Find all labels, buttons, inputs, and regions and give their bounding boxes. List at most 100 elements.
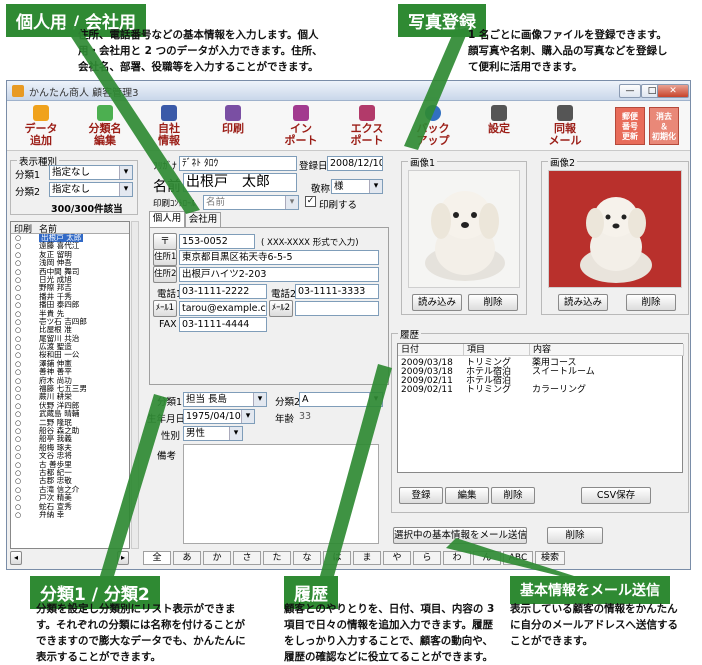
tel1-input[interactable]: 03-1111-2222 (179, 284, 267, 299)
print-radio-icon[interactable]: ○ (15, 385, 21, 393)
index-tab[interactable]: ん (473, 551, 501, 565)
print-radio-icon[interactable]: ○ (15, 284, 21, 292)
gender-select[interactable]: 男性 (183, 426, 243, 441)
settings-button[interactable]: 設定 (467, 105, 531, 149)
zip-button[interactable]: 〒 (153, 233, 177, 250)
address1-button[interactable]: 住所1 (153, 249, 177, 266)
mail2-input[interactable] (295, 301, 379, 316)
history-register-button[interactable]: 登録 (399, 487, 443, 504)
filter-bunrui1-select[interactable]: 指定なし (49, 165, 133, 180)
birthday-select[interactable]: 1975/04/10 (183, 409, 255, 424)
memo-textarea[interactable] (183, 444, 379, 544)
list-scrollbar[interactable] (131, 221, 139, 549)
tab-company[interactable]: 会社用 (185, 212, 221, 228)
company-info-button[interactable]: 自社 情報 (137, 105, 201, 149)
index-tab[interactable]: 全 (143, 551, 171, 565)
print-radio-icon[interactable]: ○ (15, 310, 21, 318)
bunrui1-select[interactable]: 担当 長島 (183, 392, 267, 407)
image1-delete-button[interactable]: 削除 (468, 294, 518, 311)
print-radio-icon[interactable]: ○ (15, 477, 21, 485)
print-radio-icon[interactable]: ○ (15, 293, 21, 301)
image1-load-button[interactable]: 読み込み (412, 294, 462, 311)
history-delete-button[interactable]: 削除 (491, 487, 535, 504)
add-data-button[interactable]: データ 追加 (9, 105, 73, 149)
print-radio-icon[interactable]: ○ (15, 343, 21, 351)
minimize-button[interactable]: — (619, 84, 641, 98)
print-radio-icon[interactable]: ○ (15, 259, 21, 267)
index-tab[interactable]: は (323, 551, 351, 565)
broadcast-mail-button[interactable]: 同報 メール (533, 105, 597, 149)
edit-category-button[interactable]: 分類名 編集 (73, 105, 137, 149)
print-radio-icon[interactable]: ○ (15, 268, 21, 276)
mail2-button[interactable]: ﾒｰﾙ2 (269, 300, 293, 317)
customer-list-row[interactable]: ○ 蛇石 宣秀 (11, 502, 129, 511)
list-scroll-left[interactable]: ◂ (10, 551, 22, 565)
name-input[interactable]: 出根戸 太郎 (183, 173, 297, 192)
index-tab[interactable]: な (293, 551, 321, 565)
print-radio-icon[interactable]: ○ (15, 435, 21, 443)
print-radio-icon[interactable]: ○ (15, 419, 21, 427)
mail1-input[interactable]: tarou@example.com (179, 301, 267, 316)
backup-button[interactable]: バック アップ (401, 105, 465, 149)
print-radio-icon[interactable]: ○ (15, 452, 21, 460)
print-radio-icon[interactable]: ○ (15, 511, 21, 519)
print-radio-icon[interactable]: ○ (15, 393, 21, 401)
index-tab[interactable]: あ (173, 551, 201, 565)
image2-load-button[interactable]: 読み込み (558, 294, 608, 311)
mail1-button[interactable]: ﾒｰﾙ1 (153, 300, 177, 317)
history-row-3-date[interactable]: 2009/02/11 (401, 385, 453, 395)
filter-bunrui2-select[interactable]: 指定なし (49, 182, 133, 197)
history-csv-button[interactable]: CSV保存 (581, 487, 651, 504)
history-edit-button[interactable]: 編集 (445, 487, 489, 504)
customer-list-row[interactable]: ○ 弁納 幸 (11, 510, 129, 519)
fax-input[interactable]: 03-1111-4444 (179, 317, 267, 332)
print-radio-icon[interactable]: ○ (15, 234, 21, 242)
index-tab[interactable]: ら (413, 551, 441, 565)
history-col-date[interactable]: 日付 (398, 344, 464, 356)
print-radio-icon[interactable]: ○ (15, 410, 21, 418)
index-tab[interactable]: わ (443, 551, 471, 565)
index-tab[interactable]: か (203, 551, 231, 565)
print-radio-icon[interactable]: ○ (15, 251, 21, 259)
list-scroll-right[interactable]: ▸ (117, 551, 129, 565)
print-radio-icon[interactable]: ○ (15, 360, 21, 368)
print-radio-icon[interactable]: ○ (15, 351, 21, 359)
address2-button[interactable]: 住所2 (153, 266, 177, 283)
history-row-3-content[interactable]: カラーリング (532, 385, 586, 395)
history-row-3-item[interactable]: トリミング (466, 385, 511, 395)
zip-input[interactable]: 153-0052 (179, 234, 255, 249)
print-radio-icon[interactable]: ○ (15, 301, 21, 309)
tel2-input[interactable]: 03-1111-3333 (295, 284, 379, 299)
index-tab[interactable]: さ (233, 551, 261, 565)
print-radio-icon[interactable]: ○ (15, 368, 21, 376)
print-radio-icon[interactable]: ○ (15, 486, 21, 494)
customer-list-row[interactable]: ○ 播田 泰四郎 (11, 300, 129, 309)
history-col-item[interactable]: 項目 (464, 344, 530, 356)
print-button[interactable]: 印刷 (201, 105, 265, 149)
print-radio-icon[interactable]: ○ (15, 444, 21, 452)
send-mail-button[interactable]: 選択中の基本情報をメール送信 (393, 527, 527, 544)
index-tab[interactable]: ま (353, 551, 381, 565)
address2-input[interactable]: 出根戸ハイツ2-203 (179, 267, 379, 282)
print-radio-icon[interactable]: ○ (15, 469, 21, 477)
furigana-input[interactable]: ﾃﾞﾈﾄ ﾀﾛｳ (179, 156, 297, 171)
history-col-content[interactable]: 内容 (530, 344, 684, 356)
clear-init-button[interactable]: 消去 ＆ 初期化 (649, 107, 679, 145)
print-radio-icon[interactable]: ○ (15, 461, 21, 469)
print-radio-icon[interactable]: ○ (15, 242, 21, 250)
index-tab[interactable]: ABC (503, 551, 533, 565)
print-radio-icon[interactable]: ○ (15, 276, 21, 284)
close-button[interactable]: ✕ (657, 84, 689, 98)
print-radio-icon[interactable]: ○ (15, 326, 21, 334)
print-radio-icon[interactable]: ○ (15, 318, 21, 326)
keisho-select[interactable]: 様 (331, 179, 383, 194)
print-radio-icon[interactable]: ○ (15, 427, 21, 435)
print-control-select[interactable]: 名前 (203, 195, 299, 210)
print-radio-icon[interactable]: ○ (15, 503, 21, 511)
export-button[interactable]: エクス ポート (335, 105, 399, 149)
index-tab[interactable]: 検索 (535, 551, 565, 565)
address1-input[interactable]: 東京都目黒区祐天寺6-5-5 (179, 250, 379, 265)
history-table[interactable]: 日付 項目 内容 2009/03/18 トリミング 薬用コース 2009/03/… (397, 343, 684, 473)
print-radio-icon[interactable]: ○ (15, 494, 21, 502)
customer-list[interactable]: 印刷 名前 ○ 出根戸 太郎 ○ 遠藤 喜代江 ○ 友正 留明 ○ 浅岡 伸吾 ○ 西中間 舞司 ○… (10, 221, 130, 549)
